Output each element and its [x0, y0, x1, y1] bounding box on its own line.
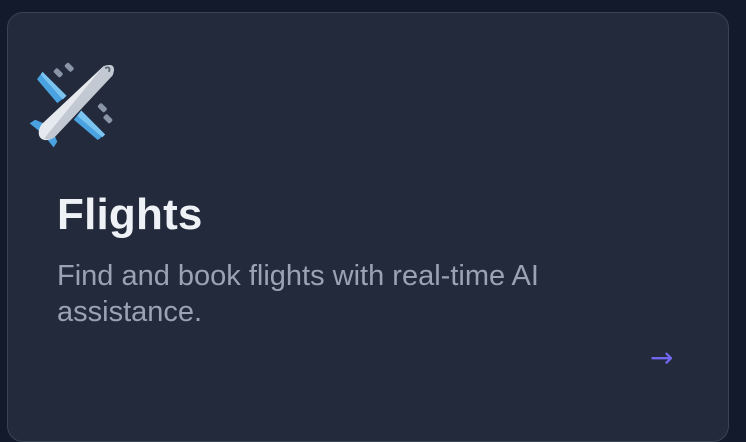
card-description: Find and book flights with real-time AI … [57, 260, 539, 328]
arrow-right-icon[interactable]: → [650, 343, 673, 373]
airplane-icon [26, 59, 118, 151]
card-title: Flights [57, 190, 203, 239]
flights-card[interactable]: Flights Find and book flights with real-… [7, 12, 729, 442]
